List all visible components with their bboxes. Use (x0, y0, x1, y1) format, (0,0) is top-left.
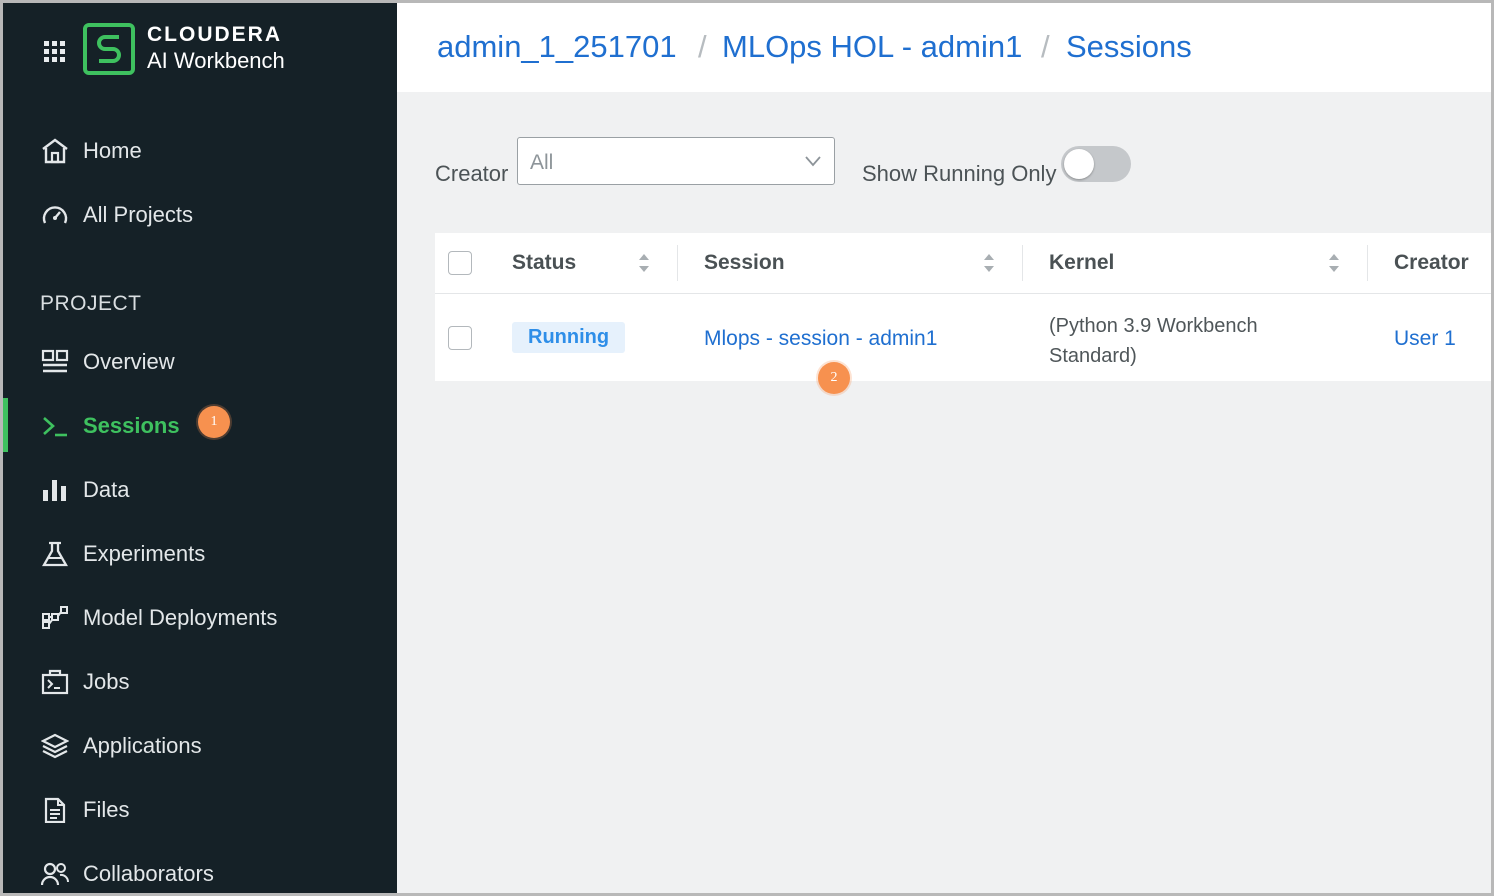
layers-icon (41, 733, 69, 759)
breadcrumb-current-page[interactable]: Sessions (1066, 29, 1192, 65)
creator-filter-value: All (530, 151, 554, 174)
sort-icon[interactable] (982, 252, 996, 274)
sidebar-item-jobs[interactable]: Jobs (3, 654, 397, 708)
sidebar: CLOUDERA AI Workbench Home All Projects … (3, 3, 397, 893)
sidebar-item-label: All Projects (83, 202, 194, 227)
breadcrumb-separator: / (1041, 29, 1050, 64)
creator-filter-select[interactable]: All (517, 137, 835, 185)
sidebar-item-data[interactable]: Data (3, 462, 397, 516)
sidebar-item-label: Home (83, 138, 142, 163)
cloudera-logo-icon (83, 23, 135, 75)
sidebar-section-project: PROJECT (40, 292, 142, 315)
overview-icon (41, 349, 69, 373)
kernel-cell: (Python 3.9 Workbench Standard) (1049, 311, 1309, 371)
sidebar-item-label: Jobs (83, 669, 130, 694)
table-header: Status Session Kernel Creator (435, 233, 1491, 294)
column-header-kernel[interactable]: Kernel (1049, 251, 1114, 275)
step-badge-1: 1 (198, 406, 230, 438)
sidebar-item-collaborators[interactable]: Collaborators (3, 846, 397, 893)
show-running-label: Show Running Only (862, 161, 1057, 186)
column-header-session[interactable]: Session (704, 251, 785, 275)
step-badge-2: 2 (818, 362, 850, 394)
brand-name: CLOUDERA (147, 23, 282, 46)
sidebar-item-label: Overview (83, 349, 175, 374)
row-checkbox[interactable] (448, 326, 472, 350)
breadcrumb-separator: / (698, 29, 707, 64)
sidebar-item-experiments[interactable]: Experiments (3, 526, 397, 580)
sessions-table: Status Session Kernel Creator Running Ml… (435, 233, 1491, 381)
terminal-icon (43, 417, 67, 437)
app-grid-icon[interactable] (43, 39, 67, 63)
column-header-creator[interactable]: Creator (1394, 251, 1469, 275)
sidebar-item-model-deployments[interactable]: Model Deployments (3, 590, 397, 644)
sidebar-item-label: Data (83, 477, 130, 502)
toggle-knob (1064, 149, 1094, 179)
sort-icon[interactable] (637, 252, 651, 274)
sidebar-item-overview[interactable]: Overview (3, 334, 397, 388)
sidebar-item-label: Sessions (83, 413, 180, 438)
show-running-toggle[interactable] (1061, 146, 1131, 182)
sidebar-item-files[interactable]: Files (3, 782, 397, 836)
home-icon (42, 138, 68, 164)
kernel-line: Standard) (1049, 345, 1137, 367)
sidebar-item-all-projects[interactable]: All Projects (3, 187, 397, 241)
column-divider (1022, 245, 1023, 281)
column-divider (677, 245, 678, 281)
sidebar-item-applications[interactable]: Applications (3, 718, 397, 772)
model-graph-icon (42, 606, 68, 629)
users-icon (41, 862, 69, 886)
jobs-icon (41, 669, 69, 695)
sort-icon[interactable] (1327, 252, 1341, 274)
page-header: admin_1_251701 / MLOps HOL - admin1 / Se… (397, 3, 1491, 92)
session-link[interactable]: Mlops - session - admin1 (704, 327, 937, 351)
breadcrumb-user[interactable]: admin_1_251701 (437, 29, 677, 65)
dashboard-gauge-icon (42, 206, 68, 224)
chevron-down-icon (805, 156, 821, 167)
sidebar-item-home[interactable]: Home (3, 123, 397, 177)
kernel-line: (Python 3.9 Workbench (1049, 315, 1258, 337)
creator-filter-label: Creator (435, 161, 509, 186)
select-all-checkbox[interactable] (448, 251, 472, 275)
product-name: AI Workbench (147, 48, 285, 73)
app-window: CLOUDERA AI Workbench Home All Projects … (0, 0, 1494, 896)
flask-icon (42, 541, 68, 567)
file-icon (44, 797, 66, 823)
sidebar-item-label: Files (83, 797, 130, 822)
column-divider (1367, 245, 1368, 281)
column-header-status[interactable]: Status (512, 251, 576, 275)
sidebar-item-label: Experiments (83, 541, 206, 566)
bar-chart-icon (43, 480, 66, 501)
sidebar-item-label: Applications (83, 733, 202, 758)
status-badge: Running (512, 322, 626, 353)
breadcrumb-project[interactable]: MLOps HOL - admin1 (722, 29, 1022, 65)
sidebar-item-label: Collaborators (83, 861, 214, 886)
table-row: Running Mlops - session - admin1 (Python… (435, 294, 1491, 381)
sidebar-item-label: Model Deployments (83, 605, 278, 630)
creator-link[interactable]: User 1 (1394, 327, 1456, 351)
